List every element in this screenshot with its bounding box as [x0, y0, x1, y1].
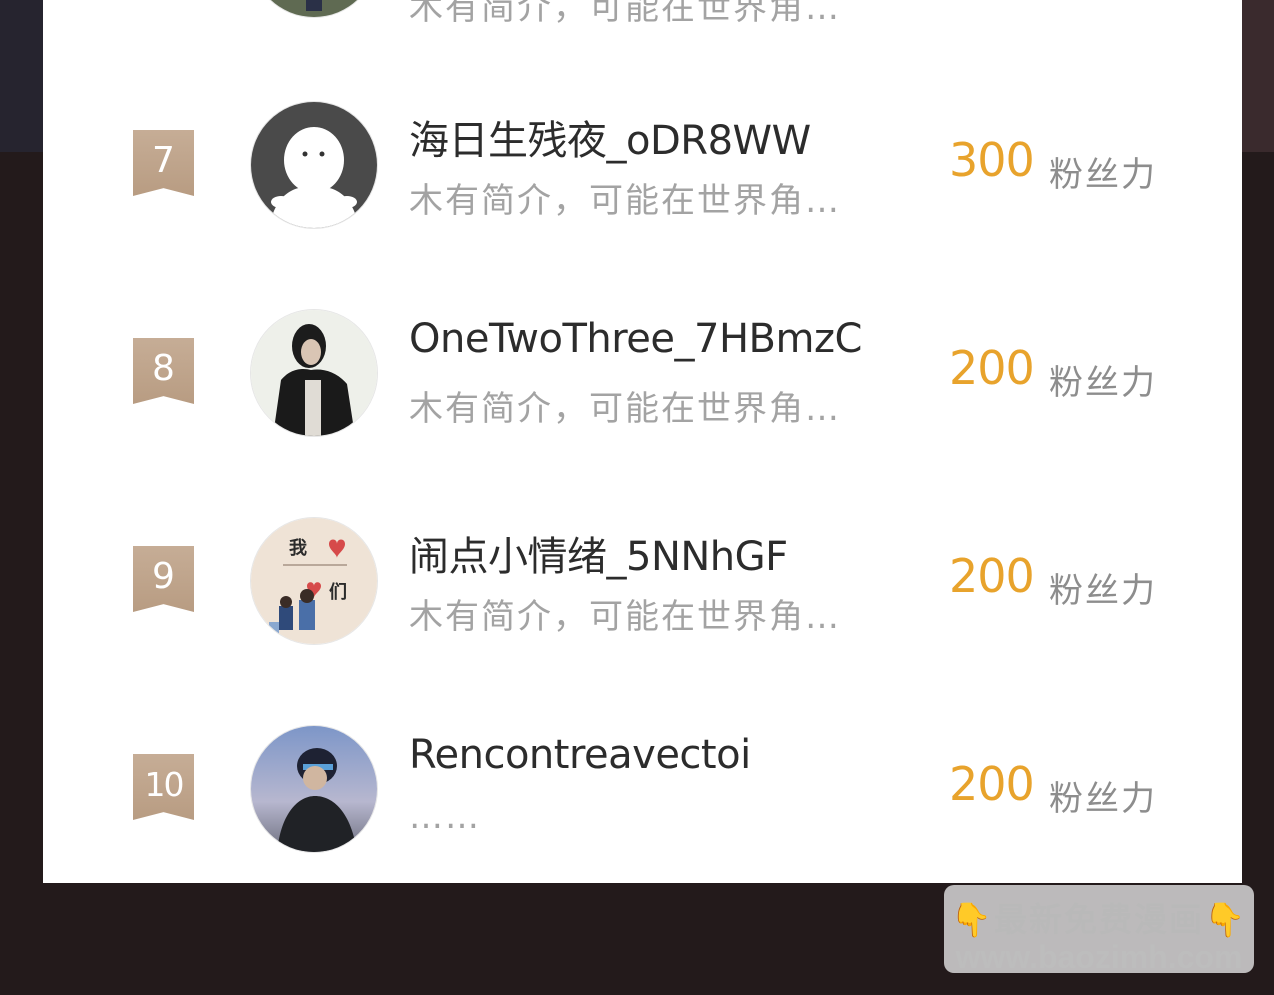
- fan-score-unit: 粉丝力: [1049, 155, 1157, 195]
- list-item-partial[interactable]: 木有简介，可能在世界角…: [43, 0, 1242, 28]
- fan-score: 200: [949, 757, 1035, 811]
- fan-score: 200: [949, 549, 1035, 603]
- avatar-text-bottom: 们: [329, 581, 347, 603]
- user-bio: ……: [409, 797, 481, 837]
- rank-badge: 8: [133, 338, 194, 404]
- fan-score-unit: 粉丝力: [1049, 779, 1157, 819]
- avatar[interactable]: [250, 725, 378, 853]
- avatar[interactable]: 我 们: [250, 517, 378, 645]
- fan-score: 200: [949, 341, 1035, 395]
- user-name[interactable]: 海日生残夜_oDR8WW: [409, 108, 811, 166]
- list-item[interactable]: 10 Rencontreavectoi …… 200 粉丝力: [43, 684, 1242, 883]
- fan-ranking-list: 木有简介，可能在世界角… 7 海日生残夜_oDR8WW 木有简介，可能在世界角……: [43, 0, 1242, 883]
- user-bio: 木有简介，可能在世界角…: [409, 0, 841, 28]
- avatar-text-top: 我: [289, 538, 307, 559]
- user-bio: 木有简介，可能在世界角…: [409, 389, 841, 429]
- avatar[interactable]: [250, 309, 378, 437]
- list-item[interactable]: 9 我 们 闹点小情绪_5NNhGF 木有简介，可能在世界角… 200 粉丝力: [43, 476, 1242, 684]
- background-right: [1242, 0, 1274, 152]
- fan-score: 300: [949, 133, 1035, 187]
- list-item[interactable]: 7 海日生残夜_oDR8WW 木有简介，可能在世界角… 300 粉丝力: [43, 60, 1242, 268]
- fan-score-unit: 粉丝力: [1049, 571, 1157, 611]
- watermark: 👇最新免费漫画👇 www.baozimh.com: [944, 885, 1254, 975]
- rank-badge: 9: [133, 546, 194, 612]
- user-bio: 木有简介，可能在世界角…: [409, 597, 841, 637]
- rank-badge: 7: [133, 130, 194, 196]
- default-avatar-icon: [251, 102, 377, 228]
- user-name[interactable]: Rencontreavectoi: [409, 732, 751, 778]
- user-bio: 木有简介，可能在世界角…: [409, 181, 841, 221]
- watermark-url: www.baozimh.com: [955, 939, 1243, 975]
- avatar[interactable]: [250, 101, 378, 229]
- watermark-text: 最新免费漫画: [994, 900, 1204, 939]
- avatar[interactable]: [250, 0, 378, 18]
- list-item[interactable]: 8 OneTwoThree_7HBmzC 木有简介，可能在世界角… 200 粉丝…: [43, 268, 1242, 476]
- fan-score-unit: 粉丝力: [1049, 363, 1157, 403]
- user-name[interactable]: OneTwoThree_7HBmzC: [409, 316, 862, 362]
- pointing-down-icon: 👇: [950, 900, 994, 939]
- rank-badge: 10: [133, 754, 194, 820]
- user-name[interactable]: 闹点小情绪_5NNhGF: [409, 524, 788, 582]
- background-left: [0, 0, 43, 152]
- pointing-down-icon: 👇: [1204, 900, 1248, 939]
